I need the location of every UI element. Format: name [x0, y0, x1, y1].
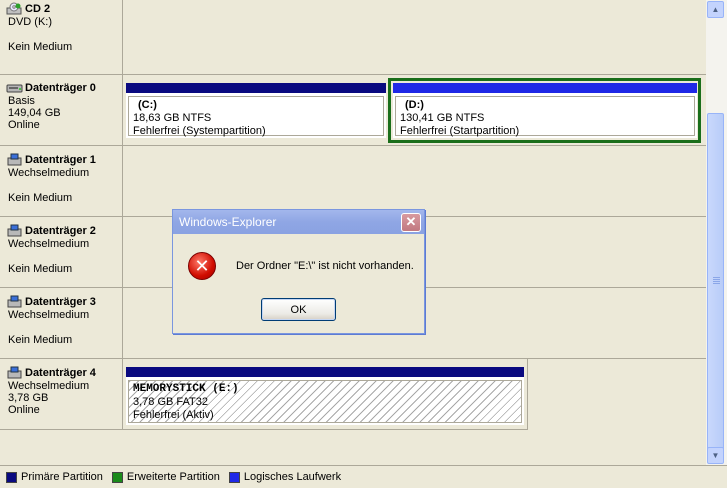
partition-label: MEMORYSTICK (E:)	[133, 383, 239, 395]
partition-size: 18,63 GB NTFS	[133, 112, 212, 124]
dialog-title: Windows-Explorer	[179, 215, 277, 229]
ok-button[interactable]: OK	[261, 298, 336, 321]
scroll-down-button[interactable]: ▼	[707, 447, 724, 464]
close-icon: ✕	[405, 214, 417, 229]
scroll-up-button[interactable]: ▲	[707, 1, 724, 18]
disk-info: Datenträger 4 Wechselmedium 3,78 GB Onli…	[0, 359, 123, 430]
dialog-message: Der Ordner "E:\" ist nicht vorhanden.	[236, 260, 414, 272]
cd-drive-icon	[6, 2, 22, 15]
legend-label: Erweiterte Partition	[126, 471, 220, 483]
disk-status: Kein Medium	[8, 41, 73, 53]
partition-label: (C:)	[138, 99, 157, 111]
partition-status: Fehlerfrei (Startpartition)	[400, 125, 520, 137]
error-icon: ✕	[188, 252, 216, 280]
hard-disk-icon	[6, 84, 23, 93]
partition-size: 3,78 GB FAT32	[133, 396, 209, 408]
disk-info: CD 2 DVD (K:) Kein Medium	[0, 0, 123, 74]
disk-info: Datenträger 2 Wechselmedium Kein Medium	[0, 217, 123, 287]
disk-status: Kein Medium	[8, 192, 73, 204]
partition-status: Fehlerfrei (Systempartition)	[133, 125, 266, 137]
legend-item-extended: Erweiterte Partition	[111, 471, 220, 483]
close-button[interactable]: ✕	[401, 213, 421, 232]
legend-swatch	[6, 471, 17, 483]
partition-e[interactable]: MEMORYSTICK (E:) 3,78 GB FAT32 Fehlerfre…	[126, 367, 524, 425]
disk-status: Kein Medium	[8, 263, 73, 275]
disk-status: Online	[8, 404, 40, 416]
partition-c[interactable]: (C:) 18,63 GB NTFS Fehlerfrei (Systempar…	[126, 83, 386, 138]
disk-info: Datenträger 3 Wechselmedium Kein Medium	[0, 288, 123, 358]
partition-status: Fehlerfrei (Aktiv)	[133, 409, 214, 421]
vertical-scrollbar[interactable]: ▲ ▼	[706, 0, 727, 465]
disk-info: Datenträger 1 Wechselmedium Kein Medium	[0, 146, 123, 216]
disk-type: Wechselmedium	[8, 238, 90, 250]
arrow-down-icon: ▼	[711, 451, 720, 460]
disk-size: 149,04 GB	[8, 107, 61, 119]
logical-drive-bar	[393, 83, 697, 93]
legend-swatch	[111, 471, 123, 483]
disk-type: Wechselmedium	[8, 380, 90, 392]
partition-label: (D:)	[405, 99, 424, 111]
arrow-up-icon: ▲	[711, 5, 720, 14]
removable-disk-icon	[7, 224, 22, 237]
disk-type: Basis	[8, 95, 35, 107]
partition-legend: Primäre Partition Erweiterte Partition L…	[0, 465, 727, 488]
disk-row-0[interactable]: Datenträger 0 Basis 149,04 GB Online (C:…	[0, 75, 706, 146]
removable-disk-icon	[7, 366, 22, 379]
disk-type: DVD (K:)	[8, 16, 52, 28]
disk-type: Wechselmedium	[8, 309, 90, 321]
disk-title: Datenträger 3	[25, 296, 96, 308]
disk-row-cd2[interactable]: CD 2 DVD (K:) Kein Medium	[0, 0, 706, 75]
legend-item-logical: Logisches Laufwerk	[228, 471, 342, 483]
disk-info: Datenträger 0 Basis 149,04 GB Online	[0, 75, 123, 145]
legend-label: Primäre Partition	[21, 471, 103, 483]
disk-size: 3,78 GB	[8, 392, 49, 404]
disk-status: Kein Medium	[8, 334, 73, 346]
legend-swatch	[228, 471, 240, 483]
dialog-title-bar[interactable]: Windows-Explorer ✕	[173, 210, 424, 234]
legend-item-primary: Primäre Partition	[6, 471, 103, 483]
disk-row-4[interactable]: Datenträger 4 Wechselmedium 3,78 GB Onli…	[0, 359, 706, 430]
partition-size: 130,41 GB NTFS	[400, 112, 485, 124]
scroll-thumb[interactable]	[707, 113, 724, 450]
primary-partition-bar	[126, 367, 524, 377]
disk-title: Datenträger 2	[25, 225, 96, 237]
disk-status: Online	[8, 119, 40, 131]
disk-title: CD 2	[25, 3, 51, 15]
partition-d[interactable]: (D:) 130,41 GB NTFS Fehlerfrei (Startpar…	[393, 83, 697, 138]
disk-title: Datenträger 1	[25, 154, 96, 166]
removable-disk-icon	[7, 295, 22, 308]
disk-row-1[interactable]: Datenträger 1 Wechselmedium Kein Medium	[0, 146, 706, 217]
legend-label: Logisches Laufwerk	[243, 471, 342, 483]
disk-title: Datenträger 0	[25, 82, 96, 94]
disk-type: Wechselmedium	[8, 167, 90, 179]
disk-title: Datenträger 4	[25, 367, 96, 379]
error-dialog[interactable]: Windows-Explorer ✕ ✕ Der Ordner "E:\" is…	[172, 209, 425, 334]
removable-disk-icon	[7, 153, 22, 166]
primary-partition-bar	[126, 83, 386, 93]
